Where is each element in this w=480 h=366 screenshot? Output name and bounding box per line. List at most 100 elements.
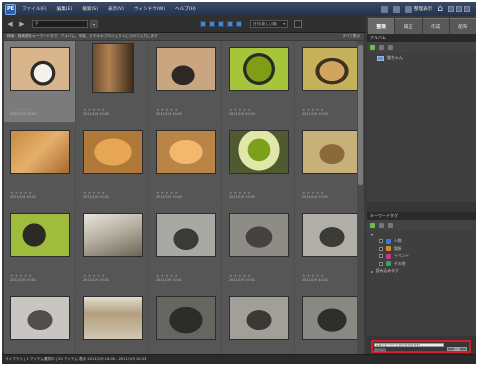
keyword-other[interactable]: その他 [367, 259, 476, 267]
photo-cell[interactable]: ★★★★★ 2011/1/9 10:01 [223, 207, 295, 288]
photo-thumbnail[interactable] [302, 130, 362, 174]
add-keyword-icon[interactable] [370, 222, 375, 228]
photo-meta: ★★★★★ 2011/1/9 10:01 [10, 273, 72, 283]
back-arrow-icon[interactable]: ◀ [6, 20, 14, 28]
photo-meta: ★★★★★ 2011/1/9 10:01 [83, 273, 145, 283]
keyword-checkbox[interactable] [379, 254, 383, 258]
photo-cell[interactable]: ★★★★★ 2011/1/9 10:03 [77, 41, 149, 122]
keyword-checkbox[interactable] [379, 246, 383, 251]
photo-cell[interactable]: ★★★★★ 2011/1/9 10:02 [77, 124, 149, 205]
edit-album-icon[interactable] [379, 44, 384, 50]
menu-view[interactable]: 表示(V) [108, 6, 124, 12]
view-details-button[interactable] [209, 21, 215, 27]
photo-thumbnail[interactable] [10, 47, 70, 91]
organizer-button[interactable]: 整理表示 [404, 5, 432, 13]
delete-album-icon[interactable] [388, 44, 393, 50]
share-icon[interactable] [380, 5, 388, 13]
tab-fix[interactable]: 補正 [395, 18, 422, 34]
photo-thumbnail[interactable] [10, 296, 70, 340]
photo-cell[interactable]: ★★★★★ 2011/1/9 10:02 [150, 124, 222, 205]
photo-cell[interactable]: ★★★★★ 2011/1/9 10:03 [150, 41, 222, 122]
view-compare-button[interactable] [227, 21, 233, 27]
photo-thumbnail[interactable] [229, 213, 289, 257]
event-icon [386, 253, 391, 259]
photo-cell[interactable]: ★★★★★ 2011/1/9 10:01 [296, 207, 364, 288]
photo-cell[interactable]: ★★★★★ 2011/1/9 10:01 [4, 207, 76, 288]
photo-cell[interactable]: ★★★★★ 2011/1/9 10:01 [150, 207, 222, 288]
menu-file[interactable]: ファイル(F) [22, 6, 47, 12]
photo-cell[interactable]: ★★★★★ 2011/1/9 10:02 [223, 124, 295, 205]
photo-thumbnail[interactable] [83, 130, 143, 174]
photo-thumbnail[interactable] [156, 296, 216, 340]
maximize-button[interactable] [456, 6, 462, 12]
find-keyword-icon[interactable] [388, 222, 393, 228]
search-dropdown[interactable]: ▾ [90, 20, 98, 28]
photo-thumbnail[interactable] [92, 43, 134, 93]
keyword-label: 場所 [394, 245, 402, 251]
view-grid-button[interactable] [200, 21, 206, 27]
photo-cell[interactable]: ★★★★★ 2011/1/9 10:03 [4, 41, 76, 122]
search-input[interactable]: ⚲ [32, 20, 88, 28]
keyword-tag-input[interactable]: 写真にキーワードタグ(を付けます) [374, 343, 444, 347]
photo-thumbnail[interactable] [156, 213, 216, 257]
close-button[interactable] [464, 6, 470, 12]
vertical-scrollbar[interactable] [357, 41, 364, 354]
albums-header[interactable]: アルバム [367, 34, 476, 42]
keyword-people[interactable]: 人物 [367, 237, 476, 245]
photo-thumbnail[interactable] [302, 47, 362, 91]
photo-cell[interactable]: ★★★★★2011/1/9 10:00 [150, 290, 222, 354]
photo-thumbnail[interactable] [156, 47, 216, 91]
photo-thumbnail[interactable] [10, 213, 70, 257]
photo-cell[interactable]: ★★★★★ 2011/1/9 10:02 [296, 41, 364, 122]
scrollbar-thumb[interactable] [358, 45, 363, 185]
album-item[interactable]: 猫ちゃん [367, 52, 476, 61]
keyword-checkbox[interactable] [379, 261, 383, 266]
menu-help[interactable]: ヘルプ(H) [175, 6, 196, 12]
photo-cell[interactable]: ★★★★★ 2011/1/9 10:01 [296, 124, 364, 205]
keyword-checkbox[interactable] [379, 239, 383, 243]
edit-keyword-icon[interactable] [379, 222, 384, 228]
photo-cell[interactable]: ★★★★★ 2011/1/9 10:01 [77, 207, 149, 288]
photo-cell[interactable]: ★★★★★2011/1/9 10:00 [77, 290, 149, 354]
photo-cell[interactable]: ★★★★★2011/1/9 10:00 [223, 290, 295, 354]
show-all-button[interactable]: すべて表示 [342, 34, 360, 39]
photo-cell[interactable]: ★★★★★2011/1/9 10:00 [296, 290, 364, 354]
view-single-button[interactable] [218, 21, 224, 27]
keyword-events[interactable]: イベント [367, 252, 476, 260]
tab-share[interactable]: 配布 [449, 18, 476, 34]
photo-cell[interactable]: ★★★★★ 2011/1/9 10:03 [223, 41, 295, 122]
menu-window[interactable]: ウィンドウ(W) [134, 6, 165, 12]
photo-thumbnail[interactable] [83, 296, 143, 340]
photo-thumbnail[interactable] [229, 47, 289, 91]
photo-date: 2011/1/9 10:02 [302, 112, 329, 116]
photo-thumbnail[interactable] [229, 296, 289, 340]
add-tag-button[interactable]: 追加 [447, 347, 467, 351]
home-icon[interactable]: ⌂ [437, 4, 443, 14]
expand-arrow-icon[interactable]: ▸ [371, 269, 373, 274]
photo-thumbnail[interactable] [156, 130, 216, 174]
keyword-imported[interactable]: ▸ 読み込みタグ [367, 267, 476, 275]
photo-thumbnail[interactable] [302, 213, 362, 257]
view-fullscreen-button[interactable] [236, 21, 242, 27]
search-info-text: 検索：検索語をキーワードタグ、アルバム、写真、ビデオのプロジェクトにつけて入力し… [7, 34, 158, 38]
keyword-places[interactable]: 場所 [367, 244, 476, 252]
tab-create[interactable]: 作成 [422, 18, 449, 34]
tab-organize[interactable]: 整理 [368, 18, 395, 34]
selected-items-label: 選択項目 [374, 348, 387, 352]
display-icon[interactable] [392, 5, 400, 13]
keyword-tags-header[interactable]: キーワードタグ [367, 212, 476, 220]
photo-thumbnail[interactable] [10, 130, 70, 174]
sort-select[interactable]: 日付(新しい順) ▾ [250, 20, 288, 28]
menu-edit[interactable]: 編集(E) [57, 6, 73, 12]
photo-thumbnail[interactable] [229, 130, 289, 174]
photo-thumbnail[interactable] [83, 213, 143, 257]
forward-arrow-icon[interactable]: ▶ [18, 20, 26, 28]
photo-cell[interactable]: ★★★★★ 2011/1/9 10:02 [4, 124, 76, 205]
expand-arrow-icon[interactable]: ▾ [371, 232, 373, 237]
photo-thumbnail[interactable] [302, 296, 362, 340]
add-album-icon[interactable] [370, 44, 375, 50]
zoom-icon[interactable] [294, 20, 302, 28]
minimize-button[interactable] [448, 6, 454, 12]
photo-cell[interactable]: ★★★★★2011/1/9 10:00 [4, 290, 76, 354]
menu-find[interactable]: 検索(S) [82, 6, 98, 12]
